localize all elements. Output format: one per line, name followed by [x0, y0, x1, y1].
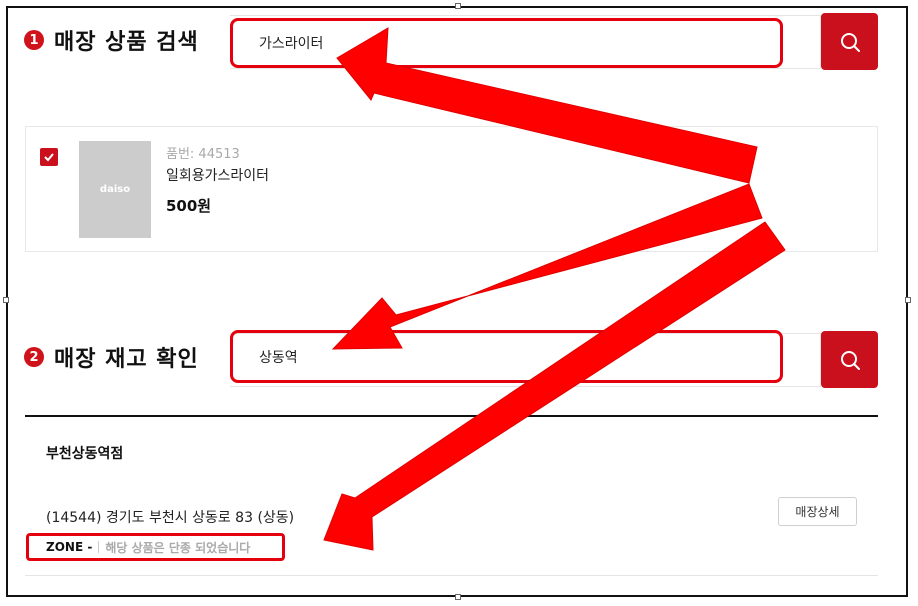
resize-handle-top: [455, 3, 461, 9]
resize-handle-bottom: [455, 594, 461, 600]
store-detail-button[interactable]: 매장상세: [778, 497, 857, 526]
zone-label: ZONE -: [46, 540, 93, 554]
store-search-input[interactable]: 상동역: [230, 330, 783, 383]
product-search-input[interactable]: 가스라이터: [230, 18, 783, 68]
zone-separator: [98, 541, 100, 553]
product-search-button[interactable]: [821, 13, 878, 70]
product-code: 품번: 44513: [166, 147, 240, 162]
store-search-button[interactable]: [821, 331, 878, 388]
section-stock-check-title: 2 매장 재고 확인: [24, 341, 199, 373]
store-name: 부천상동역점: [46, 446, 124, 462]
product-card[interactable]: daiso 품번: 44513 일회용가스라이터 500원: [25, 126, 878, 252]
section-product-search-title: 1 매장 상품 검색: [24, 24, 199, 56]
row-bottom-border: [25, 575, 878, 576]
thumbnail-logo-text: daiso: [99, 184, 131, 195]
resize-handle-right: [905, 297, 911, 303]
section-title-text: 매장 재고 확인: [54, 347, 199, 372]
step-number-badge: 1: [24, 30, 44, 50]
search-icon: [840, 32, 860, 52]
step-number-badge: 2: [24, 347, 44, 367]
search-icon: [840, 350, 860, 370]
check-icon: [44, 153, 54, 162]
product-search-value: 가스라이터: [259, 36, 324, 52]
discontinued-message: 해당 상품은 단종 되었습니다: [105, 540, 251, 555]
product-thumbnail: daiso: [79, 141, 151, 238]
product-price: 500원: [166, 197, 212, 215]
resize-handle-left: [3, 297, 9, 303]
store-search-value: 상동역: [259, 349, 298, 366]
product-name: 일회용가스라이터: [166, 168, 270, 184]
product-checkbox[interactable]: [40, 148, 58, 166]
section-title-text: 매장 상품 검색: [54, 30, 199, 55]
store-address: (14544) 경기도 부천시 상동로 83 (상동): [46, 510, 295, 526]
zone-status-row: ZONE - 해당 상품은 단종 되었습니다: [26, 533, 285, 561]
section-divider: [25, 415, 878, 417]
